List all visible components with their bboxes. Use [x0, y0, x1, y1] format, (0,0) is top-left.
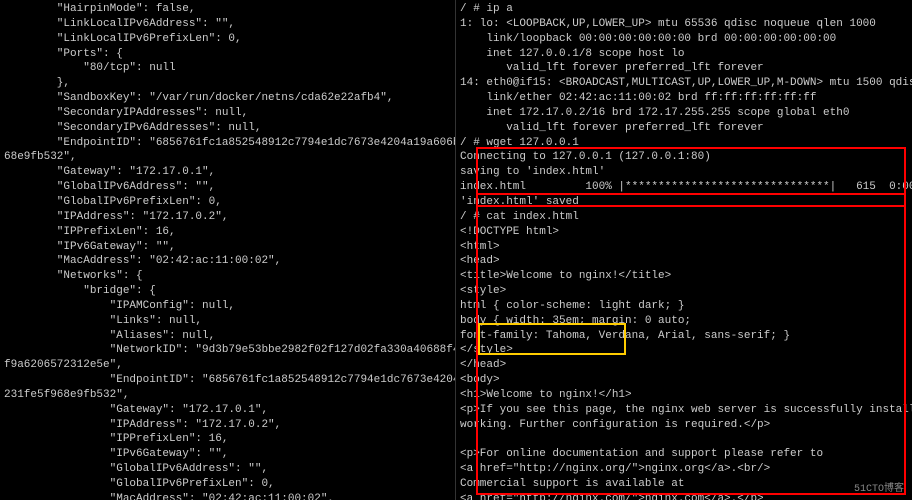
left-terminal-pane[interactable]: "HairpinMode": false, "LinkLocalIPv6Addr…	[0, 0, 456, 500]
shell-output: / # ip a1: lo: <LOOPBACK,UP,LOWER_UP> mt…	[460, 2, 908, 500]
json-output: "HairpinMode": false, "LinkLocalIPv6Addr…	[4, 2, 451, 500]
watermark-text: 51CTO博客	[854, 483, 904, 497]
right-terminal-pane[interactable]: / # ip a1: lo: <LOOPBACK,UP,LOWER_UP> mt…	[456, 0, 912, 500]
